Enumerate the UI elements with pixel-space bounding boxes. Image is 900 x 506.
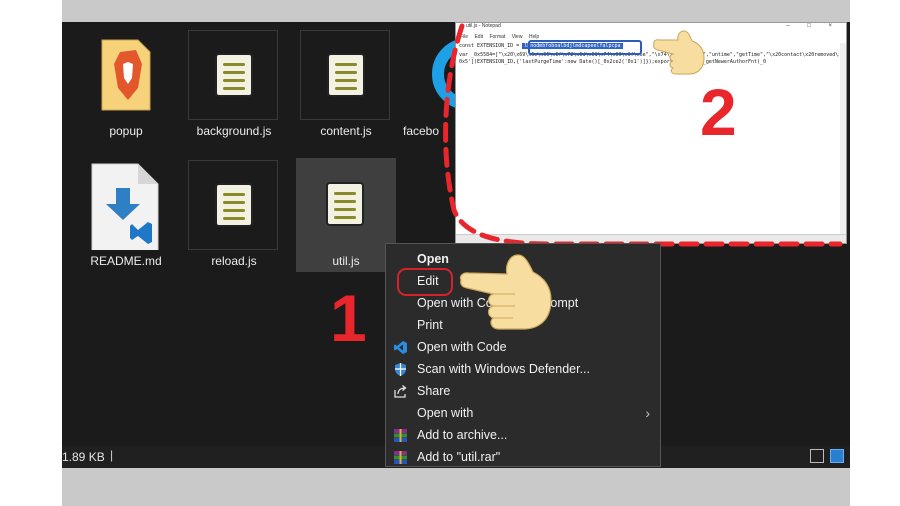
menu-item-add-to-archive[interactable]: Add to archive... [386, 425, 660, 446]
file-util-js[interactable]: util.js [296, 158, 396, 272]
vscode-icon [393, 340, 408, 355]
winrar-icon [393, 450, 408, 465]
large-icons-view-icon[interactable] [830, 449, 844, 463]
menu-item-share[interactable]: Share [386, 381, 660, 402]
file-name: popup [109, 124, 143, 138]
file-name: reload.js [211, 254, 257, 268]
file-background-js[interactable]: background.js [186, 30, 282, 142]
menu-item-open-with[interactable]: Open with › [386, 403, 660, 424]
defender-shield-icon [393, 362, 408, 377]
step-number-1: 1 [330, 281, 367, 355]
edit-highlight-ring [397, 268, 453, 296]
file-content-js[interactable]: content.js [298, 30, 394, 142]
file-popup[interactable]: popup [78, 30, 174, 142]
file-name: README.md [90, 254, 162, 268]
menu-item-add-to-util-rar[interactable]: Add to "util.rar" [386, 447, 660, 468]
file-name: util.js [332, 254, 360, 268]
menu-item-open-with-code[interactable]: Open with Code [386, 337, 660, 358]
file-reload-js[interactable]: reload.js [186, 160, 282, 272]
chevron-right-icon: › [645, 405, 650, 421]
pointing-hand-icon [653, 30, 705, 75]
script-file-icon [188, 30, 278, 120]
script-file-icon [300, 160, 390, 250]
file-name: content.js [320, 124, 372, 138]
selected-size: 1.89 KB [62, 450, 105, 464]
pointing-hand-icon [459, 254, 552, 330]
file-readme-md[interactable]: README.md [78, 160, 174, 272]
step-number-2: 2 [700, 75, 737, 149]
details-view-icon[interactable] [810, 449, 824, 463]
vscode-file-icon [80, 160, 170, 253]
menu-item-scan-defender[interactable]: Scan with Windows Defender... [386, 359, 660, 380]
red-dashed-outline [443, 23, 843, 247]
file-name: background.js [196, 124, 272, 138]
script-file-icon [300, 30, 390, 120]
status-separator: | [110, 448, 114, 462]
winrar-icon [393, 428, 408, 443]
share-icon [393, 384, 408, 399]
brave-lion-icon [80, 30, 170, 120]
view-toggle [810, 449, 844, 463]
script-file-icon [188, 160, 278, 250]
